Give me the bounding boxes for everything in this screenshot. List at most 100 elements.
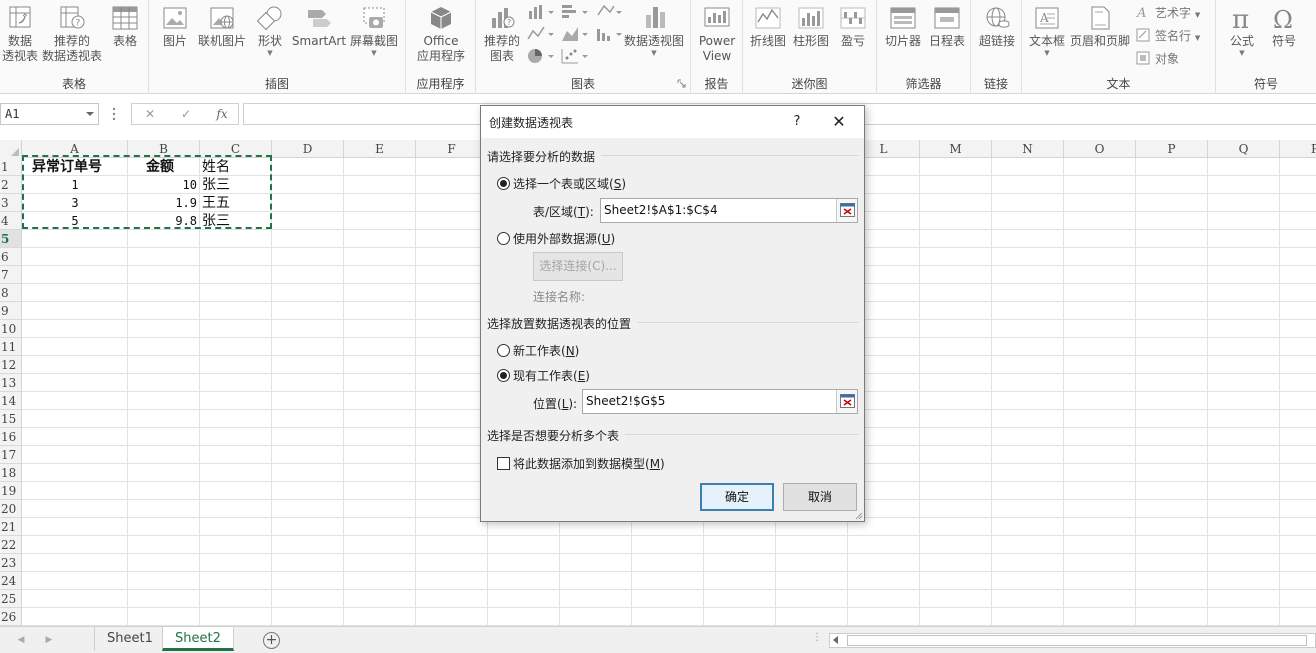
next-sheet-icon[interactable]: ▶ [44, 634, 54, 646]
row-header-14[interactable]: 14 [0, 392, 21, 410]
resize-grip-icon[interactable] [854, 511, 863, 520]
column-header-e[interactable]: E [344, 140, 416, 158]
screenshot-button[interactable]: 屏幕截图 ▼ [347, 4, 401, 57]
choose-connection-button[interactable]: 选择连接(C)... [533, 252, 623, 281]
range-collapse-icon[interactable] [836, 199, 857, 222]
row-header-21[interactable]: 21 [0, 518, 21, 536]
cell-a1[interactable]: 异常订单号 [32, 158, 128, 176]
sparkline-line-button[interactable]: 折线图 [747, 4, 789, 49]
row-header-13[interactable]: 13 [0, 374, 21, 392]
add-to-data-model-label[interactable]: 将此数据添加到数据模型(M) [513, 455, 665, 472]
insert-function-icon[interactable]: fx [204, 104, 240, 124]
pivot-chart-button[interactable]: 数据透视图 ▼ [622, 4, 686, 57]
row-header-20[interactable]: 20 [0, 500, 21, 518]
table-button[interactable]: 表格 [106, 4, 144, 49]
cell-a3[interactable]: 3 [22, 194, 128, 212]
hyperlink-button[interactable]: 超链接 [974, 4, 1020, 49]
radio-select-table-label[interactable]: 选择一个表或区域(S) [513, 175, 626, 192]
row-header-3[interactable]: 3 [0, 194, 21, 212]
row-header-19[interactable]: 19 [0, 482, 21, 500]
surface-chart-icon[interactable] [594, 3, 624, 21]
sheet-tab-sheet1[interactable]: Sheet1 [94, 627, 166, 651]
row-header-24[interactable]: 24 [0, 572, 21, 590]
scrollbar-thumb[interactable] [847, 635, 1307, 646]
name-box[interactable]: A1 [0, 103, 99, 125]
confirm-entry-icon[interactable]: ✓ [168, 104, 204, 124]
textbox-button[interactable]: A 文本框 ▼ [1026, 4, 1068, 57]
pie-chart-icon[interactable] [526, 47, 556, 65]
column-chart-icon[interactable] [526, 3, 556, 21]
row-header-1[interactable]: 1 [0, 158, 21, 176]
radio-external-source[interactable] [497, 232, 510, 245]
recommended-charts-button[interactable]: ? 推荐的 图表 [480, 4, 524, 64]
cell-c2[interactable]: 张三 [202, 176, 262, 194]
timeline-button[interactable]: 日程表 [925, 4, 969, 49]
sheet-tab-sheet2[interactable]: Sheet2 [162, 627, 234, 651]
column-header-n[interactable]: N [992, 140, 1064, 158]
column-header-r[interactable]: R [1280, 140, 1316, 158]
radio-external-source-label[interactable]: 使用外部数据源(U) [513, 230, 615, 247]
cell-c4[interactable]: 张三 [202, 212, 262, 230]
formula-bar-splitter-icon[interactable] [111, 107, 117, 121]
cell-c3[interactable]: 王五 [202, 194, 262, 212]
symbol-button[interactable]: Ω 符号 [1264, 4, 1304, 49]
column-header-f[interactable]: F [416, 140, 488, 158]
pictures-button[interactable]: 图片 [155, 4, 195, 49]
radio-new-worksheet[interactable] [497, 344, 510, 357]
row-header-25[interactable]: 25 [0, 590, 21, 608]
name-box-dropdown-icon[interactable] [86, 112, 94, 116]
pivot-table-button[interactable]: 数据 透视表 [0, 4, 40, 64]
cell-b2[interactable]: 10 [128, 176, 197, 194]
row-header-2[interactable]: 2 [0, 176, 21, 194]
bar-chart-icon[interactable] [560, 3, 590, 21]
scatter-chart-icon[interactable] [560, 47, 590, 65]
radio-existing-worksheet-label[interactable]: 现有工作表(E) [513, 367, 590, 384]
online-pictures-button[interactable]: 联机图片 [197, 4, 247, 49]
row-header-15[interactable]: 15 [0, 410, 21, 428]
object-button[interactable]: 对象 [1136, 49, 1179, 69]
column-header-c[interactable]: C [200, 140, 272, 158]
recommended-pivot-tables-button[interactable]: ? 推荐的 数据透视表 [42, 4, 102, 64]
cell-c1[interactable]: 姓名 [202, 158, 262, 176]
radio-new-worksheet-label[interactable]: 新工作表(N) [513, 342, 579, 359]
statistic-chart-icon[interactable] [594, 25, 624, 43]
row-header-5[interactable]: 5 [0, 230, 21, 248]
row-header-12[interactable]: 12 [0, 356, 21, 374]
power-view-button[interactable]: Power View [695, 4, 739, 64]
column-header-q[interactable]: Q [1208, 140, 1280, 158]
cancel-button[interactable]: 取消 [783, 483, 857, 511]
scroll-left-icon[interactable] [833, 636, 838, 644]
cell-b4[interactable]: 9.8 [128, 212, 197, 230]
row-header-22[interactable]: 22 [0, 536, 21, 554]
smartart-button[interactable]: SmartArt [291, 4, 347, 49]
ok-button[interactable]: 确定 [700, 483, 774, 511]
select-all-corner[interactable] [0, 140, 22, 158]
add-sheet-icon[interactable]: + [263, 632, 280, 649]
equation-button[interactable]: π 公式 ▼ [1222, 4, 1262, 57]
column-header-b[interactable]: B [128, 140, 200, 158]
radio-select-table[interactable] [497, 177, 510, 190]
cell-a2[interactable]: 1 [22, 176, 128, 194]
header-footer-button[interactable]: 页眉和页脚 [1068, 4, 1132, 49]
office-apps-button[interactable]: Office 应用程序 [410, 4, 472, 64]
area-chart-icon[interactable] [560, 25, 590, 43]
cell-a4[interactable]: 5 [22, 212, 128, 230]
add-to-data-model-checkbox[interactable] [497, 457, 510, 470]
row-header-23[interactable]: 23 [0, 554, 21, 572]
row-header-17[interactable]: 17 [0, 446, 21, 464]
sparkline-column-button[interactable]: 柱形图 [790, 4, 832, 49]
radio-existing-worksheet[interactable] [497, 369, 510, 382]
column-header-o[interactable]: O [1064, 140, 1136, 158]
column-header-p[interactable]: P [1136, 140, 1208, 158]
location-input[interactable]: Sheet2!$G$5 [582, 389, 858, 414]
shapes-button[interactable]: 形状 ▼ [251, 4, 289, 57]
cancel-entry-icon[interactable]: ✕ [132, 104, 168, 124]
row-header-9[interactable]: 9 [0, 302, 21, 320]
row-header-18[interactable]: 18 [0, 464, 21, 482]
row-header-7[interactable]: 7 [0, 266, 21, 284]
tab-split-handle-icon[interactable]: ⋮ [812, 633, 822, 646]
cell-b3[interactable]: 1.9 [128, 194, 197, 212]
row-header-4[interactable]: 4 [0, 212, 21, 230]
row-header-11[interactable]: 11 [0, 338, 21, 356]
column-header-a[interactable]: A [22, 140, 128, 158]
